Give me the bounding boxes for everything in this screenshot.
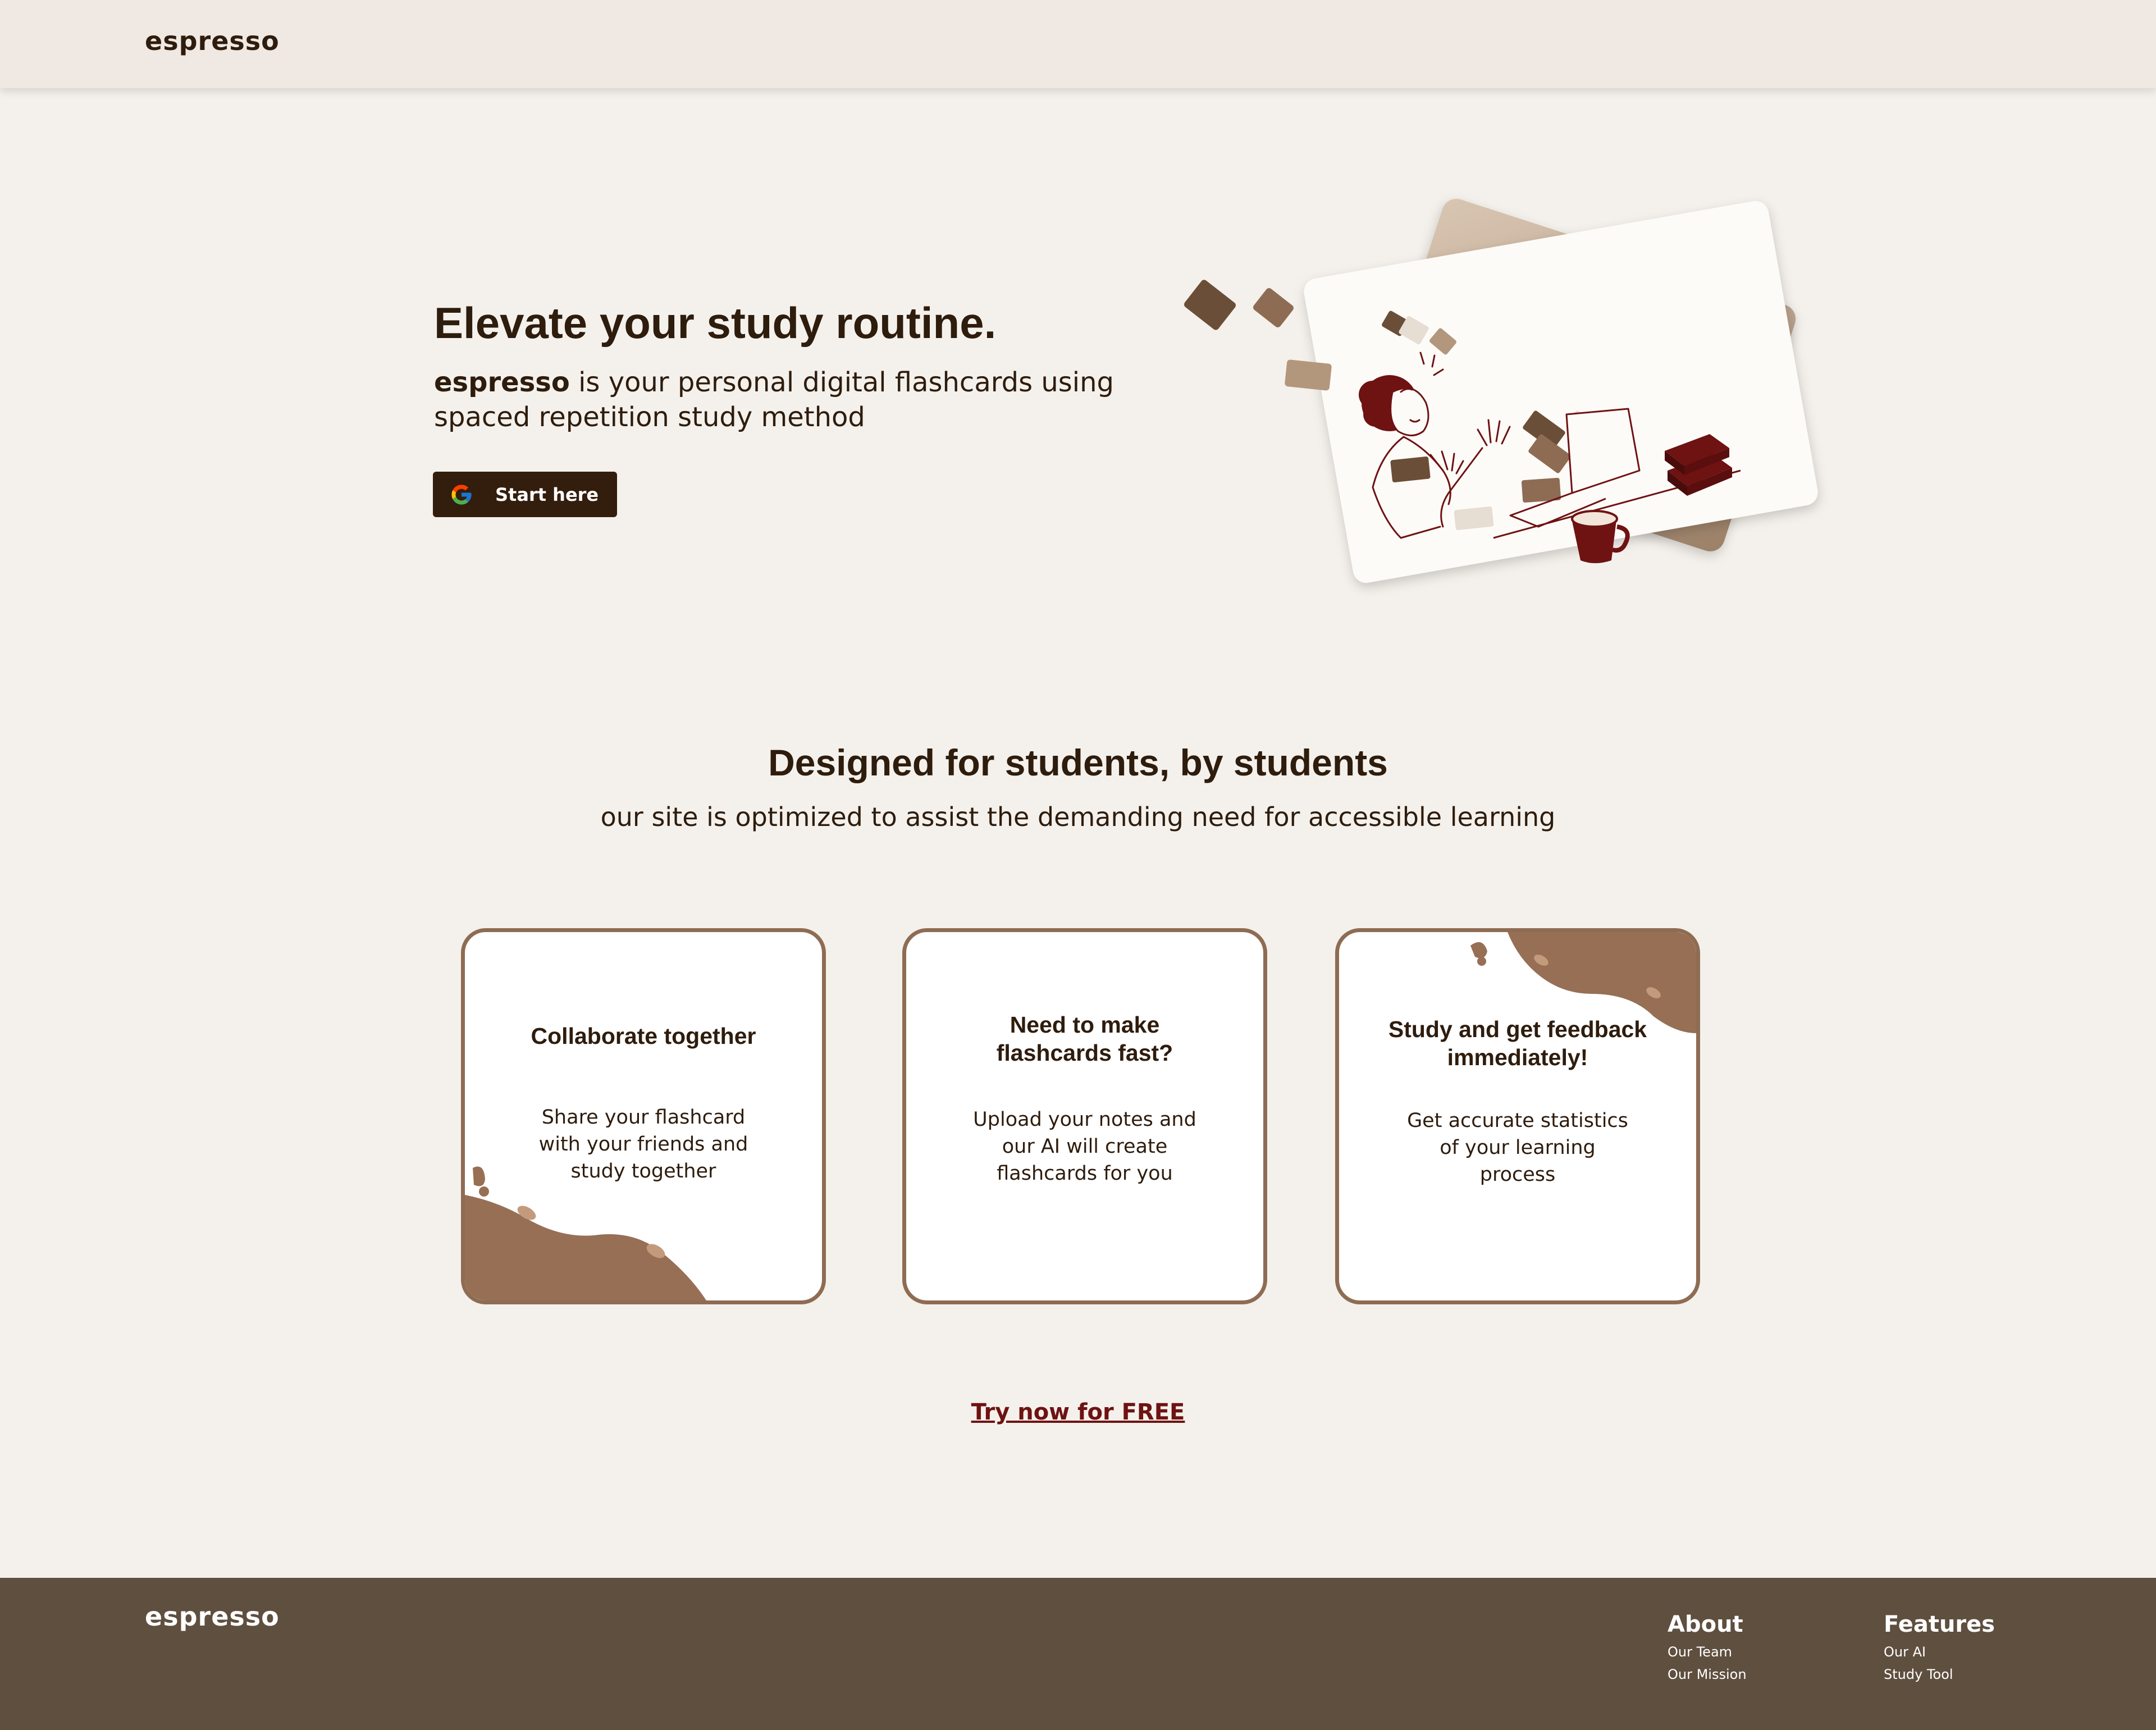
footer-heading-about: About — [1668, 1612, 1743, 1637]
features-subtitle: our site is optimized to assist the dema… — [600, 802, 1556, 832]
footer-link-our-team[interactable]: Our Team — [1668, 1641, 1747, 1663]
card-title: Study and get feedback immediately! — [1388, 1016, 1647, 1070]
hero-subtitle-brand: espresso — [434, 367, 570, 398]
flying-card — [1390, 456, 1431, 483]
flying-card — [1285, 359, 1332, 391]
feature-card-ai-flashcards[interactable]: Need to make flashcards fast? Upload you… — [902, 928, 1267, 1304]
card-body: Upload your notes and our AI will create… — [973, 1108, 1196, 1185]
study-illustration — [1184, 199, 1818, 583]
footer-column-features: Features Our AI Study Tool — [1884, 1612, 1995, 1686]
start-here-button[interactable]: Start here — [433, 472, 617, 517]
footer: espresso About Our Team Our Mission Feat… — [0, 1578, 2156, 1730]
card-title: Collaborate together — [531, 1023, 756, 1049]
top-navbar: espresso — [0, 0, 2156, 88]
flying-card — [1454, 506, 1494, 531]
features-title: Designed for students, by students — [768, 742, 1388, 783]
flying-card — [1184, 280, 1236, 330]
hero-subtitle: espresso is your personal digital flashc… — [434, 365, 1186, 435]
try-now-link[interactable]: Try now for FREE — [0, 1399, 2156, 1425]
card-title: Need to make flashcards fast? — [996, 1012, 1173, 1066]
footer-column-about: About Our Team Our Mission — [1668, 1612, 1747, 1686]
footer-logo[interactable]: espresso — [145, 1601, 280, 1632]
footer-link-study-tool[interactable]: Study Tool — [1884, 1663, 1995, 1686]
footer-heading-features: Features — [1884, 1612, 1995, 1637]
header-logo[interactable]: espresso — [145, 26, 280, 56]
flying-card — [1253, 288, 1294, 327]
google-icon — [451, 485, 472, 505]
feature-card-collaborate[interactable]: Collaborate together Share your flashcar… — [461, 928, 826, 1304]
footer-link-our-mission[interactable]: Our Mission — [1668, 1663, 1747, 1686]
card-body: Get accurate statistics of your learning… — [1407, 1110, 1628, 1186]
footer-link-our-ai[interactable]: Our AI — [1884, 1641, 1995, 1663]
card-body: Share your flashcard with your friends a… — [538, 1106, 748, 1183]
hero-title: Elevate your study routine. — [434, 298, 997, 348]
start-here-label: Start here — [495, 484, 599, 505]
feature-card-feedback[interactable]: Study and get feedback immediately! Get … — [1335, 928, 1700, 1304]
